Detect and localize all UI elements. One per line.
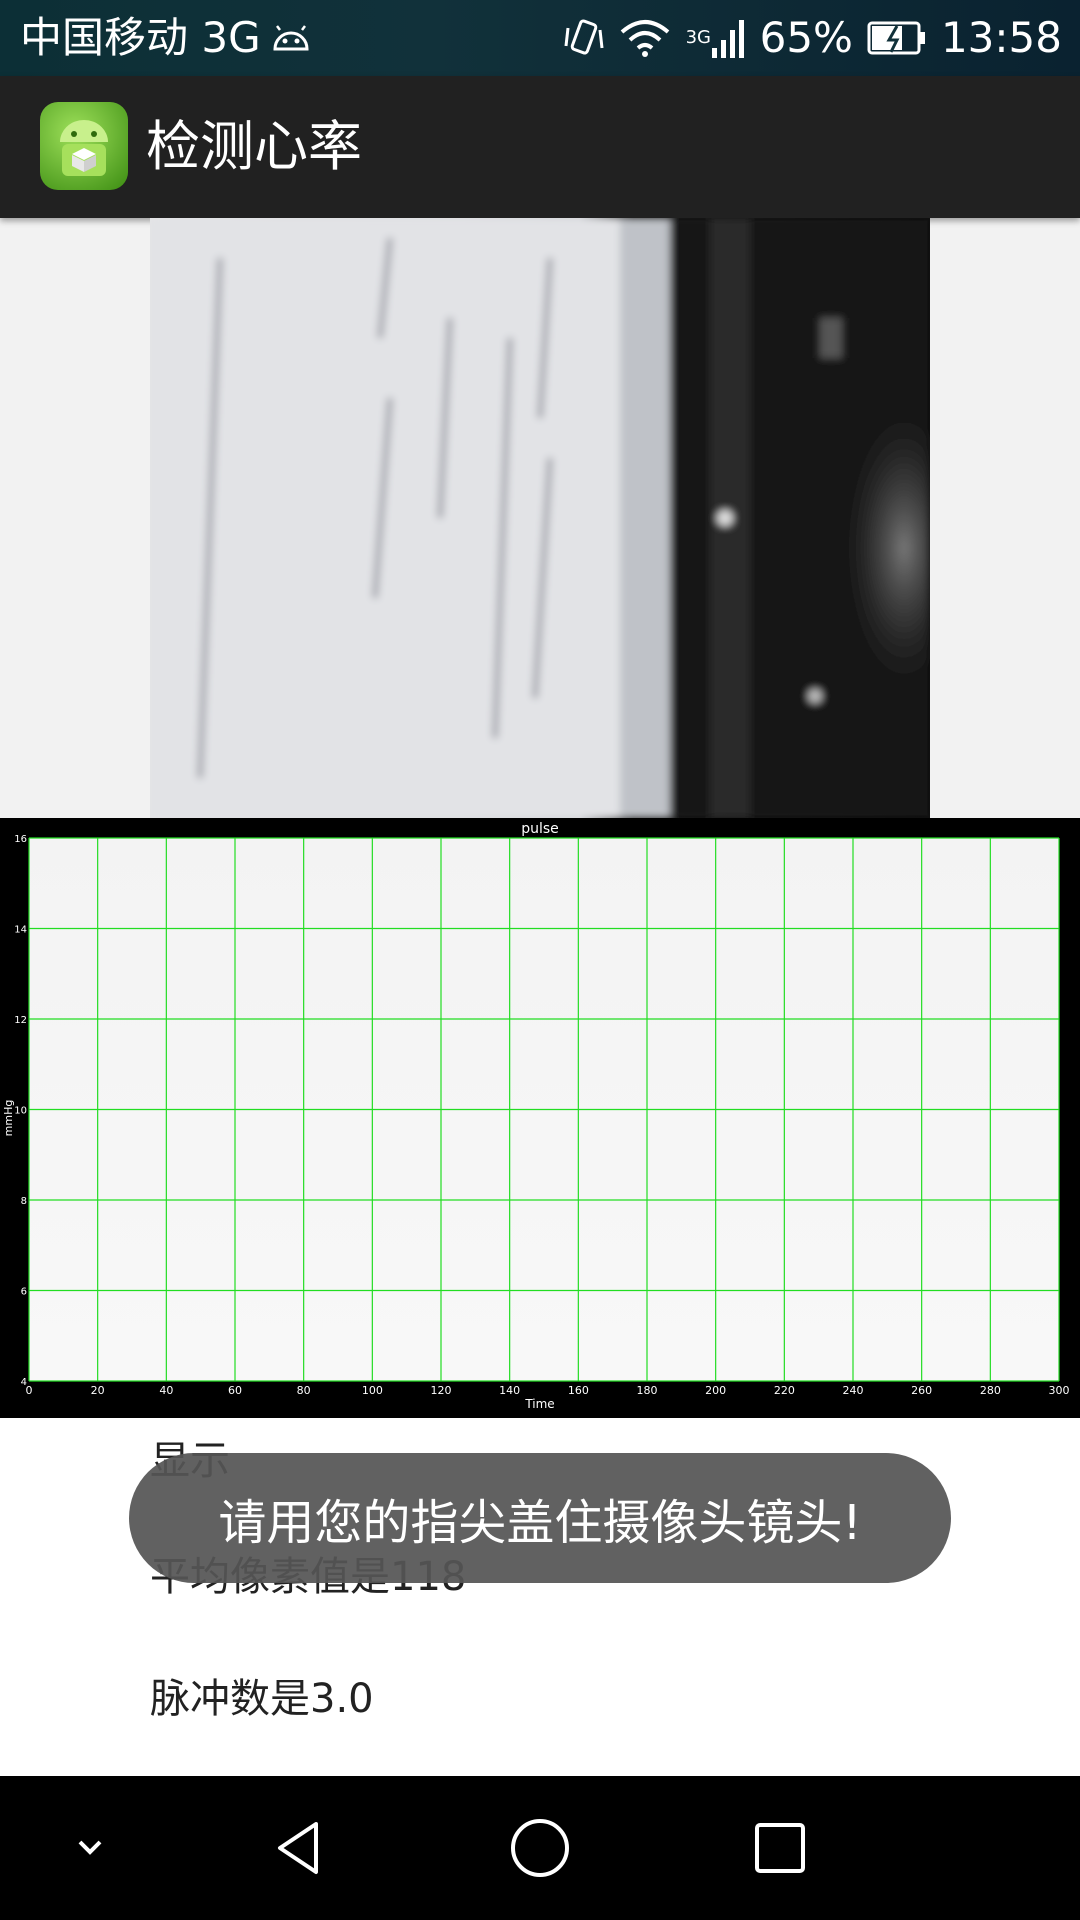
x-tick-label: 40: [159, 1384, 173, 1397]
y-tick-label: 10: [14, 1106, 27, 1117]
recents-icon: [755, 1823, 805, 1873]
camera-preview-image: [150, 218, 930, 818]
pulse-chart-svg: 0 20 40 60 80 100 120 140 160 180 200 220 240 260 280 3…: [2, 821, 1070, 1411]
recents-button[interactable]: [730, 1776, 830, 1920]
toast-message: 请用您的指尖盖住摄像头镜头!: [129, 1453, 951, 1583]
x-tick-label: 280: [980, 1384, 1001, 1397]
wifi-icon: [620, 20, 669, 57]
x-tick-label: 300: [1049, 1384, 1070, 1397]
x-axis-label: Time: [524, 1397, 554, 1411]
y-axis-label: mmHg: [2, 1100, 15, 1137]
signal-icon: [711, 20, 744, 58]
battery-charging-icon: [867, 21, 925, 55]
chevron-down-icon: [78, 1840, 102, 1855]
y-tick-label: 6: [21, 1287, 27, 1298]
pulse-count-text: 脉冲数是3.0: [150, 1676, 374, 1722]
y-tick-label: 4: [21, 1377, 27, 1388]
x-tick-label: 220: [774, 1384, 795, 1397]
toast-text: 请用您的指尖盖住摄像头镜头!: [218, 1495, 862, 1551]
x-tick-label: 160: [568, 1384, 589, 1397]
status-right: 3G 65% 13:58: [564, 8, 1062, 68]
back-icon: [278, 1822, 318, 1874]
camera-preview-photo: [150, 218, 930, 818]
x-tick-label: 140: [499, 1384, 520, 1397]
status-bar: 中国移动 3G 3G 65% 13:58: [0, 0, 1080, 76]
app-bar: 检测心率: [0, 76, 1080, 218]
home-icon: [511, 1819, 569, 1877]
android-debug-icon: [273, 25, 309, 51]
network-type-label: 3G: [685, 27, 711, 48]
y-tick-label: 8: [21, 1196, 27, 1207]
x-tick-label: 180: [637, 1384, 658, 1397]
x-tick-label: 20: [91, 1384, 105, 1397]
status-left: 中国移动 3G: [20, 8, 311, 68]
y-tick-label: 14: [14, 925, 27, 936]
back-button[interactable]: [250, 1776, 350, 1920]
app-title: 检测心率: [146, 115, 362, 178]
navigation-bar: [0, 1776, 1080, 1920]
chart-title: pulse: [521, 821, 559, 837]
y-tick-label: 12: [14, 1015, 27, 1026]
x-tick-label: 120: [431, 1384, 452, 1397]
home-button[interactable]: [490, 1776, 590, 1920]
y-tick-label: 16: [14, 834, 27, 845]
x-tick-label: 60: [228, 1384, 242, 1397]
x-tick-label: 100: [362, 1384, 383, 1397]
x-tick-label: 240: [843, 1384, 864, 1397]
carrier-label: 中国移动 3G: [20, 13, 261, 62]
clock-time: 13:58: [940, 13, 1062, 62]
x-tick-label: 80: [297, 1384, 311, 1397]
signal-group: 3G: [686, 16, 746, 60]
android-app-icon: [40, 102, 128, 190]
vibrate-icon: [564, 19, 604, 55]
android-robot-icon: [60, 120, 108, 176]
x-tick-label: 200: [705, 1384, 726, 1397]
pulse-chart: 0 20 40 60 80 100 120 140 160 180 200 220 240 260 280 3…: [0, 818, 1080, 1418]
battery-percent: 65%: [759, 13, 853, 62]
x-tick-label: 260: [911, 1384, 932, 1397]
hide-keyboard-button[interactable]: [50, 1776, 130, 1920]
